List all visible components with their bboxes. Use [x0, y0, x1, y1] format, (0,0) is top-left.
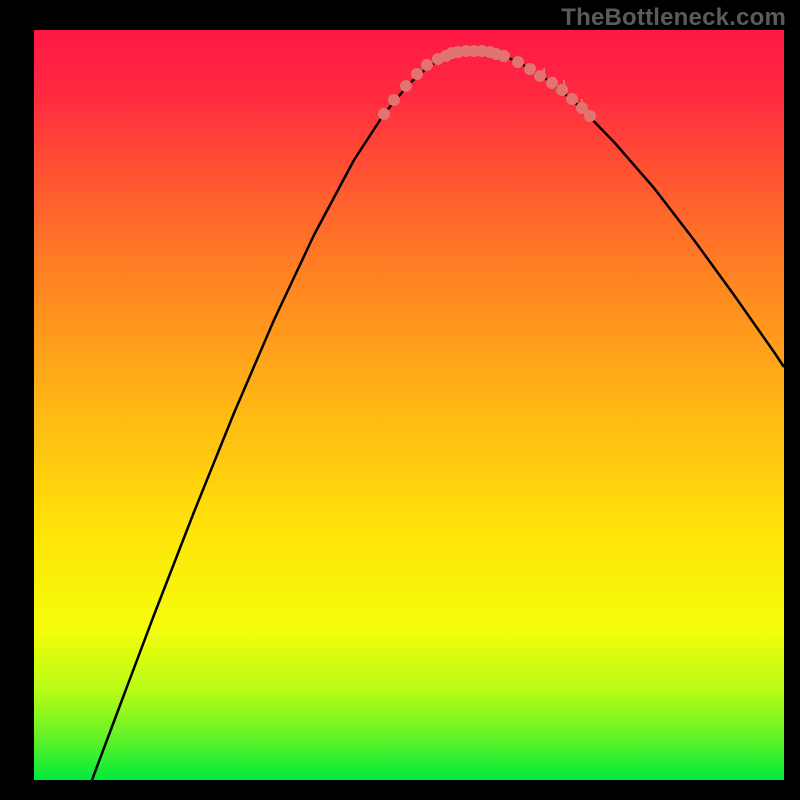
marker-dot — [498, 50, 510, 62]
marker-cluster-left — [378, 47, 458, 120]
watermark-text: TheBottleneck.com — [561, 4, 786, 32]
marker-dot — [378, 108, 390, 120]
chart-frame: TheBottleneck.com — [0, 0, 800, 800]
plot-area — [34, 30, 784, 780]
marker-dot — [584, 110, 596, 122]
marker-dot — [400, 80, 412, 92]
curve-svg — [34, 30, 784, 780]
marker-dot — [411, 68, 423, 80]
marker-dot — [556, 84, 568, 96]
marker-dot — [421, 59, 433, 71]
marker-dot — [566, 93, 578, 105]
marker-dot — [546, 77, 558, 89]
marker-dot — [388, 94, 400, 106]
marker-dot — [512, 56, 524, 68]
marker-dot — [524, 63, 536, 75]
bottleneck-curve — [92, 51, 784, 780]
marker-cluster-bottom — [452, 45, 510, 62]
